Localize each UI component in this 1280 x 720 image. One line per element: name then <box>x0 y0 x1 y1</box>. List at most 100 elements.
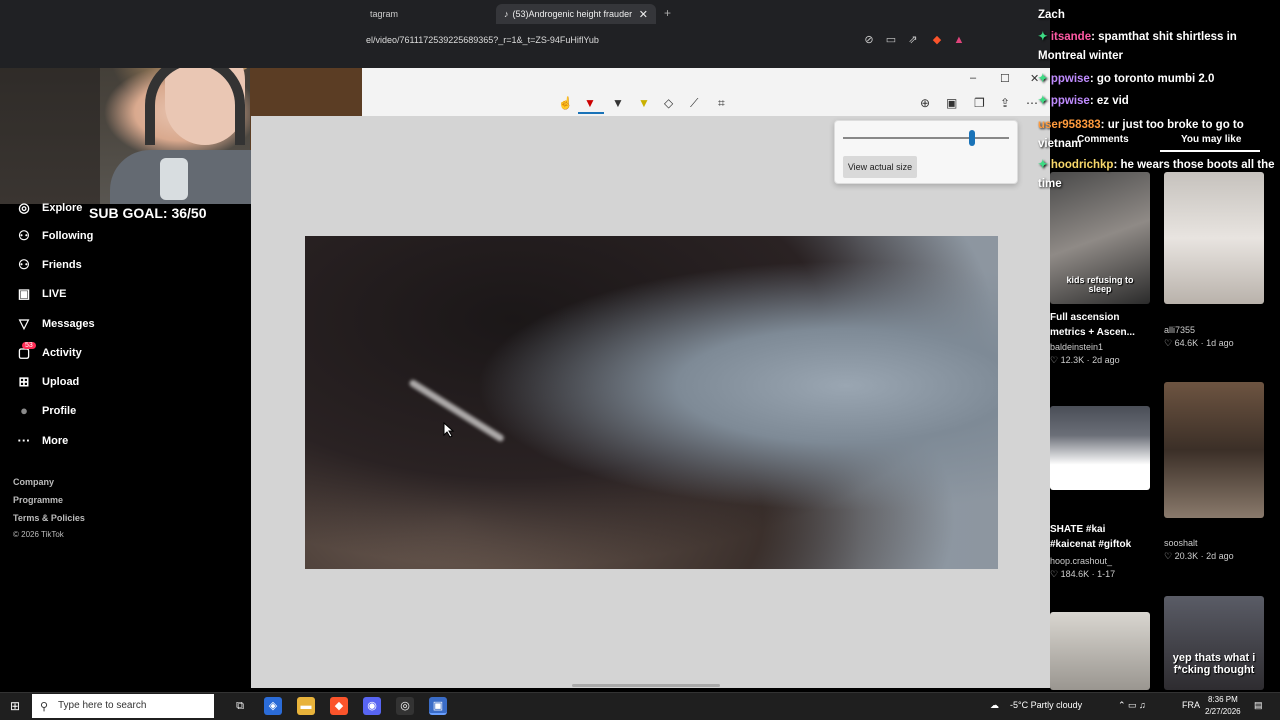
video-stats: ♡ 20.3K · 2d ago <box>1164 551 1234 561</box>
video-card[interactable] <box>1050 406 1150 490</box>
tab-label: tagram <box>370 9 399 19</box>
file-explorer-icon[interactable]: ▬ <box>297 697 315 715</box>
webcam-headset <box>145 55 245 145</box>
image-viewer-toolbar: ☝ ▼ ▼ ▼ ◇ ⟋ ⌗ ⊕ ▣ ❐ ⇪ ⋯ <box>362 68 1050 116</box>
chat-username: itsande <box>1050 31 1092 43</box>
following-icon: ⚇ <box>18 228 30 243</box>
badge-icon: ✦ <box>1038 95 1051 107</box>
footer-link-programme[interactable]: Programme <box>13 495 63 505</box>
clock-time[interactable]: 8:36 PM <box>1208 695 1238 704</box>
video-card[interactable] <box>1164 382 1264 518</box>
brave-shield-icon[interactable]: ◆ <box>930 33 944 47</box>
messages-icon: ▽ <box>19 316 29 331</box>
zoom-slider-thumb[interactable] <box>969 130 976 146</box>
sidebar-item-profile[interactable]: ● Profile <box>16 403 76 418</box>
video-author[interactable]: sooshalt <box>1164 538 1198 548</box>
sidebar-item-more[interactable]: ··· More <box>16 433 69 448</box>
chat-username: ppwise <box>1050 73 1090 85</box>
video-author[interactable]: hoop.crashout_ <box>1050 556 1112 566</box>
stream-chat-overlay: Zach ✦ itsande: spamthat shit shirtless … <box>1036 0 1280 200</box>
close-tab-icon[interactable]: ✕ <box>639 8 648 21</box>
chat-message: user958383: ur just too broke to go to v… <box>1038 116 1278 154</box>
upload-icon: ⊞ <box>18 374 30 389</box>
sidebar-item-following[interactable]: ⚇ Following <box>16 228 93 244</box>
cast-icon[interactable]: ▭ <box>884 33 898 47</box>
clock-date[interactable]: 2/27/2026 <box>1205 707 1241 716</box>
screenshot-image <box>305 236 998 569</box>
touch-write-icon[interactable]: ☝ <box>558 96 573 110</box>
zoom-slider-track[interactable] <box>843 137 1009 139</box>
ruler-icon[interactable]: ⟋ <box>690 96 698 111</box>
video-author[interactable]: baldeinstein1 <box>1050 342 1103 352</box>
copilot-icon[interactable]: ◈ <box>264 697 282 715</box>
sidebar-item-label: Upload <box>42 376 80 388</box>
browser-tab-tiktok[interactable]: ♪ (53)Androgenic height frauder ✕ <box>496 4 656 24</box>
video-card[interactable] <box>1050 612 1150 690</box>
eraser-icon[interactable]: ◇ <box>664 96 673 110</box>
weather-text[interactable]: -5°C Partly cloudy <box>1010 700 1082 710</box>
maximize-button[interactable]: ☐ <box>1000 72 1010 85</box>
video-stats: ♡ 184.6K · 1-17 <box>1050 569 1116 579</box>
obs-icon[interactable]: ◎ <box>396 697 414 715</box>
friends-icon: ⚇ <box>18 257 30 272</box>
sidebar-item-upload[interactable]: ⊞ Upload <box>16 374 80 390</box>
notifications-icon[interactable]: ▤ <box>1254 700 1263 711</box>
highlighter-icon[interactable]: ▼ <box>638 96 650 110</box>
chat-text: : go toronto mumbi 2.0 <box>1089 73 1215 85</box>
webcam-microphone <box>160 158 188 200</box>
new-tab-button[interactable]: + <box>664 6 671 20</box>
video-stats: ♡ 64.6K · 1d ago <box>1164 338 1234 348</box>
pen-black-icon[interactable]: ▼ <box>612 96 624 110</box>
windows-start-icon[interactable]: ⊞ <box>10 699 20 713</box>
sidebar-item-label: Profile <box>42 404 77 417</box>
share-icon[interactable]: ⇪ <box>1000 96 1010 110</box>
sidebar-item-label: Activity <box>42 347 82 359</box>
footer-link-company[interactable]: Company <box>13 477 54 487</box>
share-icon[interactable]: ⇗ <box>906 33 920 47</box>
video-author[interactable]: alli7355 <box>1164 325 1195 335</box>
chat-message: ✦ hoodrichkp: he wears those boots all t… <box>1038 156 1278 194</box>
chat-username: hoodrichkp <box>1050 159 1114 171</box>
tray-icons[interactable]: ⌃ ▭ ♫ <box>1118 700 1146 711</box>
address-bar[interactable]: el/video/7611172539225689365?_r=1&_t=ZS-… <box>362 30 974 50</box>
language-indicator[interactable]: FRA <box>1182 700 1200 710</box>
taskbar-search-input[interactable]: Type here to search <box>32 694 214 718</box>
brave-browser-icon[interactable]: ◆ <box>330 697 348 715</box>
no-translate-icon[interactable]: ⊘ <box>862 33 876 47</box>
video-card[interactable]: yep thats what i f*cking thought <box>1164 596 1264 690</box>
chat-message: ✦ ppwise: go toronto mumbi 2.0 <box>1038 70 1278 89</box>
badge-icon: ✦ <box>1038 159 1051 171</box>
photos-app-icon[interactable]: ▣ <box>429 697 447 715</box>
sidebar-item-explore[interactable]: ◎ Explore <box>16 200 82 216</box>
copy-icon[interactable]: ❐ <box>974 96 985 110</box>
video-title[interactable]: SHATE #kai #kaicenat #giftok <box>1050 522 1150 552</box>
save-icon[interactable]: ▣ <box>946 96 957 110</box>
active-tool-indicator <box>578 112 604 114</box>
chat-message: Zach <box>1038 6 1278 25</box>
avatar: ● <box>20 403 28 418</box>
view-actual-size-button[interactable]: View actual size <box>843 156 917 178</box>
pen-red-icon[interactable]: ▼ <box>584 96 596 110</box>
sidebar-item-friends[interactable]: ⚇ Friends <box>16 257 82 273</box>
sidebar-item-label: Messages <box>42 318 95 330</box>
browser-tab-instagram[interactable]: tagram <box>362 4 492 24</box>
sidebar-item-label: Following <box>42 230 94 242</box>
live-icon: ▣ <box>17 286 31 301</box>
discord-icon[interactable]: ◉ <box>363 697 381 715</box>
task-view-icon[interactable]: ⧉ <box>231 697 249 715</box>
tab-label: (53)Androgenic height frauder <box>512 9 633 19</box>
minimize-button[interactable]: – <box>970 72 976 84</box>
sidebar-item-messages[interactable]: ▽ Messages <box>16 316 95 332</box>
sidebar-item-live[interactable]: ▣ LIVE <box>16 286 67 302</box>
footer-link-terms[interactable]: Terms & Policies <box>13 513 85 523</box>
crop-icon[interactable]: ⌗ <box>718 96 725 111</box>
horizontal-scrollbar[interactable] <box>572 684 720 687</box>
zoom-popup: View actual size <box>834 120 1018 184</box>
chat-username: ppwise <box>1050 95 1090 107</box>
brave-rewards-icon[interactable]: ▲ <box>952 33 966 47</box>
badge-icon: ✦ <box>1038 31 1051 43</box>
search-icon: ⚲ <box>40 701 49 713</box>
zoom-icon[interactable]: ⊕ <box>920 96 930 110</box>
video-title[interactable]: Full ascension metrics + Ascen... <box>1050 310 1150 340</box>
copyright-text: © 2026 TikTok <box>13 530 64 539</box>
